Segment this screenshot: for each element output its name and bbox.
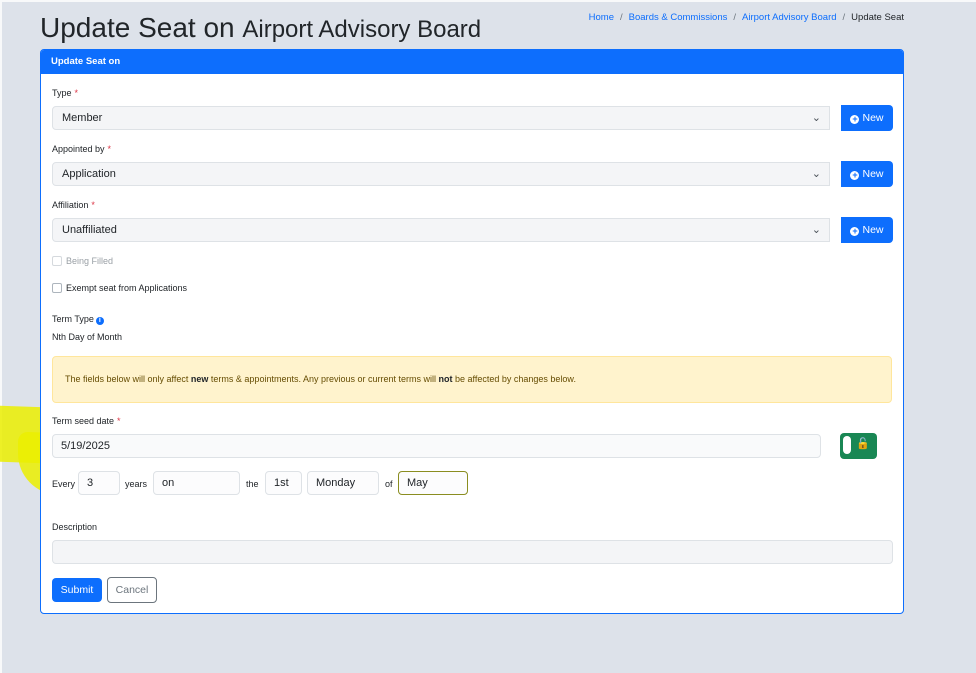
- new-type-button[interactable]: + New: [841, 105, 893, 131]
- new-appointed-by-button[interactable]: + New: [841, 161, 893, 187]
- affiliation-label-text: Affiliation: [52, 200, 89, 210]
- alert-text: The fields below will only affect: [65, 374, 191, 384]
- years-label: years: [125, 479, 148, 489]
- affiliation-value: Unaffiliated: [62, 224, 117, 236]
- warning-alert: The fields below will only affect new te…: [52, 356, 892, 403]
- being-filled-label: Being Filled: [66, 256, 114, 266]
- chevron-down-icon: ⌄: [811, 168, 821, 180]
- alert-bold-not: not: [438, 374, 453, 384]
- alert-text: be affected by changes below.: [452, 374, 576, 384]
- cancel-button[interactable]: Cancel: [107, 577, 157, 603]
- alert-bold-new: new: [190, 374, 209, 384]
- term-seed-date-input[interactable]: 5/19/2025: [52, 434, 821, 458]
- new-type-label: New: [862, 112, 884, 124]
- breadcrumb-home[interactable]: Home: [589, 12, 614, 23]
- term-seed-label: Term seed date *: [52, 416, 121, 426]
- appointed-by-select[interactable]: Application ⌄: [52, 162, 830, 186]
- type-select[interactable]: Member ⌄: [52, 106, 830, 130]
- of-label: of: [385, 479, 393, 489]
- toggle-knob: [843, 436, 851, 454]
- exempt-checkbox[interactable]: [52, 283, 62, 293]
- new-affiliation-button[interactable]: + New: [841, 217, 893, 243]
- every-years-input[interactable]: 3: [78, 471, 120, 495]
- term-type-label-text: Term Type: [52, 314, 94, 324]
- lock-toggle-button[interactable]: 🔓: [840, 433, 877, 459]
- card-header: Update Seat on: [41, 50, 903, 74]
- month-select[interactable]: May: [398, 471, 468, 495]
- alert-text: terms & appointments. Any previous or cu…: [208, 374, 439, 384]
- chevron-down-icon: ⌄: [811, 112, 821, 124]
- unlock-icon: 🔓: [856, 438, 870, 450]
- plus-circle-icon: +: [850, 226, 860, 236]
- new-affiliation-label: New: [862, 224, 884, 236]
- nth-select[interactable]: 1st: [265, 471, 302, 495]
- breadcrumb-boards[interactable]: Boards & Commissions: [629, 12, 728, 23]
- breadcrumb-board[interactable]: Airport Advisory Board: [742, 12, 837, 23]
- appointed-by-label-text: Appointed by: [52, 144, 105, 154]
- page-title-board: Airport Advisory Board: [242, 16, 482, 43]
- breadcrumb: Home / Boards & Commissions / Airport Adviso…: [588, 12, 904, 23]
- type-label: Type *: [52, 88, 78, 98]
- on-select[interactable]: on: [153, 471, 240, 495]
- type-label-text: Type: [52, 88, 72, 98]
- breadcrumb-current: Update Seat: [851, 12, 904, 23]
- required-marker: *: [74, 88, 79, 98]
- term-type-value: Nth Day of Month: [52, 332, 123, 342]
- info-icon[interactable]: i: [95, 317, 104, 325]
- plus-circle-icon: +: [850, 170, 860, 180]
- chevron-down-icon: ⌄: [811, 224, 821, 236]
- exempt-label: Exempt seat from Applications: [66, 283, 188, 293]
- the-label: the: [246, 479, 259, 489]
- every-label: Every: [52, 479, 76, 489]
- type-value: Member: [62, 112, 103, 124]
- plus-circle-icon: +: [850, 114, 860, 124]
- top-edge: [0, 0, 976, 2]
- description-label: Description: [52, 522, 98, 532]
- required-marker: *: [107, 144, 112, 154]
- page-title: Update Seat on Airport Advisory Board: [40, 12, 481, 44]
- weekday-select[interactable]: Monday: [307, 471, 379, 495]
- description-input[interactable]: [52, 540, 893, 564]
- term-seed-label-text: Term seed date: [52, 416, 115, 426]
- term-type-label: Term Type i: [52, 314, 104, 325]
- affiliation-select[interactable]: Unaffiliated ⌄: [52, 218, 830, 242]
- new-appointed-by-label: New: [862, 168, 884, 180]
- appointed-by-value: Application: [62, 168, 116, 180]
- required-marker: *: [117, 416, 121, 426]
- affiliation-label: Affiliation *: [52, 200, 95, 210]
- appointed-by-label: Appointed by *: [52, 144, 111, 154]
- being-filled-checkbox[interactable]: [52, 256, 62, 266]
- required-marker: *: [91, 200, 95, 210]
- left-edge: [0, 0, 2, 673]
- submit-button[interactable]: Submit: [52, 578, 102, 602]
- update-seat-card: Update Seat on Type * Member ⌄ + New Appoi…: [40, 49, 904, 614]
- page-title-main: Update Seat on: [40, 12, 235, 43]
